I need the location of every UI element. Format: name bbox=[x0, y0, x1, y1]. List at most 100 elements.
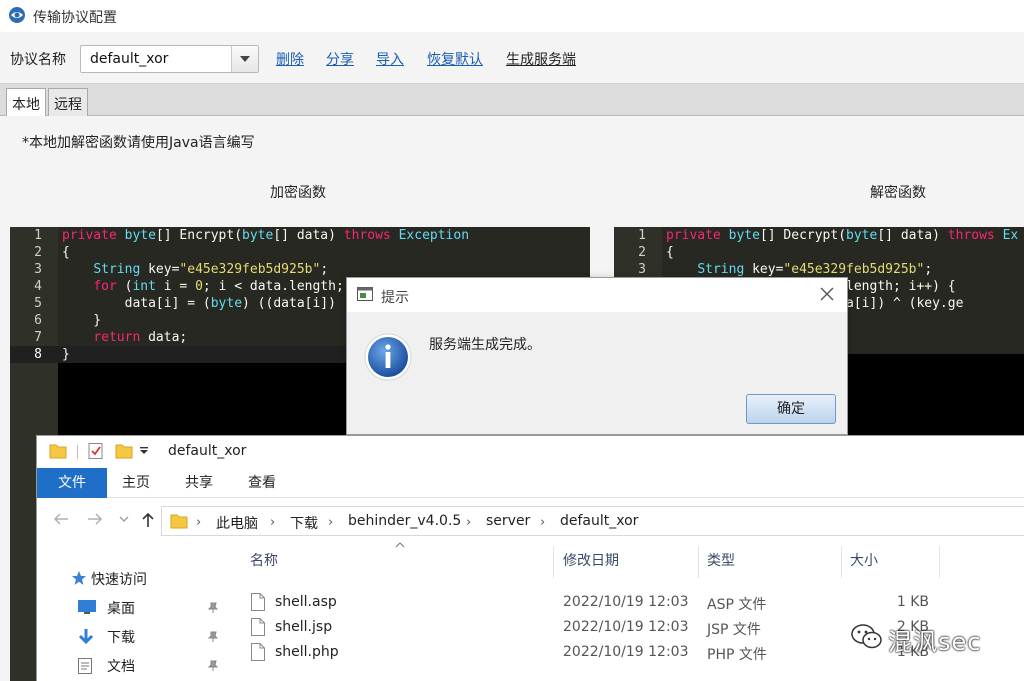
config-toolbar: 协议名称 default_xor 删除 分享 导入 恢复默认 生成服务端 bbox=[0, 32, 1024, 84]
ok-button[interactable]: 确定 bbox=[746, 394, 836, 424]
code-line: 1 private byte[] Encrypt(byte[] data) thr… bbox=[34, 228, 470, 243]
tab-local[interactable]: 本地 bbox=[6, 88, 46, 116]
window-icon bbox=[357, 287, 373, 301]
breadcrumb-chevron-icon: › bbox=[466, 515, 472, 530]
file-list: 名称 修改日期 类型 大小 shell.asp 2022/10/19 12:03… bbox=[229, 542, 1024, 681]
info-icon bbox=[364, 333, 412, 381]
column-divider[interactable] bbox=[841, 546, 842, 578]
close-icon[interactable] bbox=[817, 284, 837, 304]
column-divider[interactable] bbox=[939, 546, 940, 578]
ribbon-tab-view[interactable]: 查看 bbox=[248, 468, 276, 498]
file-name: shell.php bbox=[275, 644, 339, 660]
import-link[interactable]: 导入 bbox=[376, 49, 404, 69]
file-icon bbox=[251, 593, 265, 611]
properties-icon[interactable] bbox=[87, 442, 105, 460]
dialog-titlebar: 提示 bbox=[347, 278, 847, 312]
sort-up-icon bbox=[395, 542, 405, 548]
file-row[interactable]: shell.asp 2022/10/19 12:03 ASP 文件 1 KB bbox=[229, 591, 1024, 616]
breadcrumb-server[interactable]: server bbox=[486, 513, 530, 529]
pin-icon[interactable] bbox=[207, 631, 219, 643]
ribbon-tab-home[interactable]: 主页 bbox=[122, 468, 150, 498]
dialog-body: 服务端生成完成。 确定 bbox=[347, 312, 847, 434]
file-name: shell.asp bbox=[275, 594, 337, 610]
file-type: PHP 文件 bbox=[707, 647, 767, 663]
code-line: 3 String key="e45e329feb5d925b"; bbox=[34, 262, 329, 277]
protocol-name-select[interactable]: default_xor bbox=[80, 45, 259, 73]
tab-remote[interactable]: 远程 bbox=[48, 88, 88, 116]
breadcrumb-behinder[interactable]: behinder_v4.0.5 bbox=[348, 513, 461, 529]
info-dialog: 提示 服务端生成完成。 确定 bbox=[346, 277, 848, 435]
forward-arrow-icon[interactable] bbox=[87, 512, 103, 526]
dialog-message: 服务端生成完成。 bbox=[429, 337, 541, 353]
column-header-type[interactable]: 类型 bbox=[707, 550, 735, 570]
new-folder-icon[interactable] bbox=[115, 442, 133, 460]
up-arrow-icon[interactable] bbox=[141, 512, 155, 528]
chevron-down-icon bbox=[240, 56, 250, 62]
nav-label: 文档 bbox=[107, 659, 135, 675]
address-bar-row: › 此电脑 › 下载 › behinder_v4.0.5 › server › … bbox=[37, 498, 1024, 542]
protocol-name-value: default_xor bbox=[90, 51, 169, 67]
breadcrumb-downloads[interactable]: 下载 bbox=[290, 513, 318, 533]
nav-label: 快速访问 bbox=[91, 572, 147, 588]
watermark: 混沨sec bbox=[850, 620, 1020, 656]
download-icon bbox=[78, 629, 94, 645]
address-bar[interactable]: › 此电脑 › 下载 › behinder_v4.0.5 › server › … bbox=[161, 506, 1024, 536]
wechat-logo-icon bbox=[851, 624, 882, 649]
pin-icon[interactable] bbox=[207, 602, 219, 614]
file-date: 2022/10/19 12:03 bbox=[563, 644, 689, 660]
ribbon-tab-share[interactable]: 共享 bbox=[185, 468, 213, 498]
recent-locations-icon[interactable] bbox=[119, 516, 129, 522]
dropdown-button[interactable] bbox=[231, 46, 258, 72]
document-icon bbox=[78, 658, 92, 674]
breadcrumb-chevron-icon: › bbox=[196, 515, 202, 530]
file-icon bbox=[251, 643, 265, 661]
code-line: 3 String key="e45e329feb5d925b"; bbox=[638, 262, 933, 277]
generate-server-link[interactable]: 生成服务端 bbox=[506, 49, 576, 69]
code-line: 2{ bbox=[34, 245, 70, 260]
folder-icon bbox=[170, 514, 188, 529]
pin-icon[interactable] bbox=[207, 660, 219, 672]
star-icon bbox=[72, 571, 86, 585]
code-line: 2{ bbox=[638, 245, 674, 260]
file-name: shell.jsp bbox=[275, 619, 333, 635]
protocol-name-label: 协议名称 bbox=[10, 52, 66, 68]
breadcrumb-chevron-icon: › bbox=[270, 515, 276, 530]
file-icon bbox=[251, 618, 265, 636]
java-language-note: *本地加解密函数请使用Java语言编写 bbox=[22, 135, 255, 151]
config-tabs: 本地 远程 bbox=[0, 84, 1024, 116]
explorer-titlebar: default_xor bbox=[37, 436, 1024, 468]
column-header-name[interactable]: 名称 bbox=[250, 550, 278, 570]
watermark-text: 混沨sec bbox=[888, 628, 982, 656]
code-line: 1 private byte[] Decrypt(byte[] data) thr… bbox=[638, 228, 1019, 243]
decrypt-function-title: 解密函数 bbox=[870, 185, 926, 201]
ribbon-tabs: 文件 主页 共享 查看 bbox=[37, 468, 1024, 498]
file-type: ASP 文件 bbox=[707, 597, 767, 613]
column-header-size[interactable]: 大小 bbox=[850, 550, 878, 570]
config-window-title: 传输协议配置 bbox=[33, 10, 117, 26]
ribbon-tab-file[interactable]: 文件 bbox=[37, 468, 107, 498]
column-divider[interactable] bbox=[553, 546, 554, 578]
nav-label: 下载 bbox=[107, 630, 135, 646]
app-logo-icon bbox=[9, 7, 25, 23]
file-date: 2022/10/19 12:03 bbox=[563, 594, 689, 610]
file-date: 2022/10/19 12:03 bbox=[563, 619, 689, 635]
restore-default-link[interactable]: 恢复默认 bbox=[427, 49, 483, 69]
customize-dropdown-icon[interactable] bbox=[139, 446, 149, 456]
file-size: 1 KB bbox=[896, 594, 929, 610]
breadcrumb-this-pc[interactable]: 此电脑 bbox=[216, 513, 258, 533]
breadcrumb-default-xor[interactable]: default_xor bbox=[560, 513, 638, 529]
column-divider[interactable] bbox=[698, 546, 699, 578]
file-type: JSP 文件 bbox=[707, 622, 761, 638]
column-header-date[interactable]: 修改日期 bbox=[563, 550, 619, 570]
share-link[interactable]: 分享 bbox=[326, 49, 354, 69]
breadcrumb-chevron-icon: › bbox=[540, 515, 546, 530]
explorer-title: default_xor bbox=[168, 443, 247, 459]
breadcrumb-chevron-icon: › bbox=[328, 515, 334, 530]
back-arrow-icon[interactable] bbox=[53, 512, 69, 526]
navigation-pane: 快速访问 桌面 下载 文档 bbox=[37, 542, 227, 681]
delete-link[interactable]: 删除 bbox=[276, 49, 304, 69]
separator bbox=[77, 445, 78, 459]
desktop-icon bbox=[78, 600, 96, 614]
encrypt-function-title: 加密函数 bbox=[270, 185, 326, 201]
config-titlebar: 传输协议配置 bbox=[0, 0, 1024, 32]
